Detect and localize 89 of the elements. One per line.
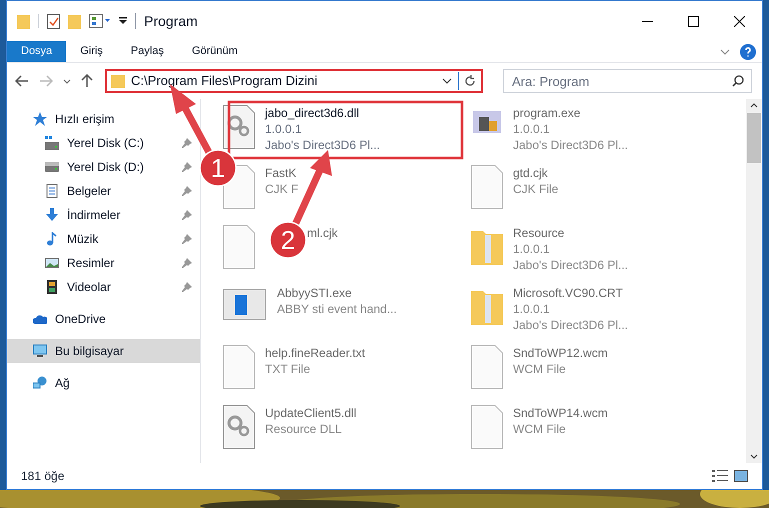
- step-number-badge: 2: [269, 221, 307, 259]
- pin-icon[interactable]: [182, 138, 192, 148]
- drive-icon: [45, 160, 59, 174]
- gear-file-icon[interactable]: [223, 405, 255, 449]
- scrollbar[interactable]: [746, 99, 762, 463]
- nav-item[interactable]: Yerel Disk (C:): [7, 131, 200, 155]
- file-detail: ABBY sti event hand...: [277, 301, 397, 317]
- pin-icon[interactable]: [182, 210, 192, 220]
- address-bar[interactable]: C:\Program Files\Program Dizini: [105, 69, 483, 93]
- nav-item[interactable]: Videolar: [7, 275, 200, 299]
- chevron-down-icon[interactable]: [63, 78, 71, 84]
- nav-item[interactable]: Ağ: [7, 371, 200, 395]
- pin-icon[interactable]: [182, 282, 192, 292]
- document-icon: [45, 184, 59, 198]
- file-detail: TXT File: [265, 361, 310, 377]
- film-icon: [45, 280, 59, 294]
- window-title: Program: [144, 12, 198, 31]
- pin-icon[interactable]: [182, 234, 192, 244]
- file-detail: Jabo's Direct3D6 Pl...: [265, 137, 380, 153]
- music-note-icon: [45, 232, 59, 246]
- file-detail: WCM File: [513, 361, 566, 377]
- pin-icon[interactable]: [182, 162, 192, 172]
- properties-icon[interactable]: [89, 14, 111, 28]
- file-detail: CJK F: [265, 181, 298, 197]
- file-name[interactable]: gtd.cjk: [513, 165, 548, 181]
- file-detail: Resource DLL: [265, 421, 342, 437]
- address-path: C:\Program Files\Program Dizini: [131, 72, 318, 90]
- pin-icon[interactable]: [182, 186, 192, 196]
- help-icon[interactable]: [740, 44, 756, 60]
- scrollbar-thumb[interactable]: [747, 113, 761, 163]
- close-icon: [734, 16, 744, 26]
- file-detail: WCM File: [513, 421, 566, 437]
- ribbon-tab[interactable]: Paylaş: [116, 41, 178, 62]
- nav-item[interactable]: Hızlı erişim: [7, 107, 200, 131]
- file-name[interactable]: SndToWP14.wcm: [513, 405, 608, 421]
- star-icon: [33, 112, 47, 126]
- file-name[interactable]: FastK: [265, 165, 296, 181]
- ribbon-tab[interactable]: Dosya: [7, 41, 66, 62]
- file-name[interactable]: program.exe: [513, 105, 580, 121]
- file-name[interactable]: jabo_direct3d6.dll: [265, 105, 360, 121]
- nav-item[interactable]: Belgeler: [7, 179, 200, 203]
- drive-icon: [45, 136, 59, 150]
- file-detail: CJK File: [513, 181, 558, 197]
- item-count: 181 öğe: [21, 468, 64, 485]
- search-field[interactable]: Ara: Program: [503, 69, 752, 93]
- nav-item[interactable]: İndirmeler: [7, 203, 200, 227]
- ribbon-tab[interactable]: Görünüm: [178, 41, 252, 62]
- ribbon-tab[interactable]: Giriş: [66, 41, 117, 62]
- monitor-icon: [33, 344, 47, 358]
- checklist-icon[interactable]: [47, 14, 60, 28]
- forward-arrow-icon[interactable]: [39, 75, 53, 87]
- nav-item[interactable]: Bu bilgisayar: [7, 339, 200, 363]
- nav-item[interactable]: Yerel Disk (D:): [7, 155, 200, 179]
- file-name[interactable]: help.fineReader.txt: [265, 345, 366, 361]
- file-detail: 1.0.0.1: [265, 121, 302, 137]
- file-detail: Jabo's Direct3D6 Pl...: [513, 257, 628, 273]
- download-arrow-icon: [45, 208, 59, 222]
- file-detail: 1.0.0.1: [513, 121, 550, 137]
- up-arrow-icon[interactable]: [81, 74, 93, 88]
- chevron-up-icon[interactable]: [750, 103, 758, 108]
- refresh-icon[interactable]: [464, 75, 476, 87]
- large-icons-view-icon[interactable]: [734, 470, 748, 482]
- network-icon: [33, 376, 47, 390]
- folder-icon: [111, 74, 125, 88]
- chevron-down-icon[interactable]: [750, 454, 758, 459]
- search-icon[interactable]: [732, 75, 744, 87]
- file-detail: 1.0.0.1: [513, 241, 550, 257]
- file-name[interactable]: AbbyySTI.exe: [277, 285, 352, 301]
- image-icon: [45, 256, 59, 270]
- file-name[interactable]: SndToWP12.wcm: [513, 345, 608, 361]
- minimize-icon: [642, 20, 652, 22]
- file-detail: 1.0.0.1: [513, 301, 550, 317]
- file-name[interactable]: Resource: [513, 225, 564, 241]
- pin-icon[interactable]: [182, 258, 192, 268]
- file-detail: Jabo's Direct3D6 Pl...: [513, 317, 628, 333]
- back-arrow-icon[interactable]: [15, 75, 29, 87]
- nav-item[interactable]: Resimler: [7, 251, 200, 275]
- file-name[interactable]: ml.cjk: [307, 225, 338, 241]
- file-detail: Jabo's Direct3D6 Pl...: [513, 137, 628, 153]
- file-name[interactable]: Microsoft.VC90.CRT: [513, 285, 623, 301]
- file-name[interactable]: UpdateClient5.dll: [265, 405, 356, 421]
- maximize-icon: [688, 16, 698, 26]
- nav-item[interactable]: OneDrive: [7, 307, 200, 331]
- step-number-badge: 1: [199, 149, 237, 187]
- nav-item[interactable]: Müzik: [7, 227, 200, 251]
- details-view-icon[interactable]: [712, 469, 728, 483]
- chevron-down-icon[interactable]: [442, 78, 452, 84]
- dropdown-icon[interactable]: [119, 17, 127, 25]
- gear-file-icon[interactable]: [223, 105, 255, 149]
